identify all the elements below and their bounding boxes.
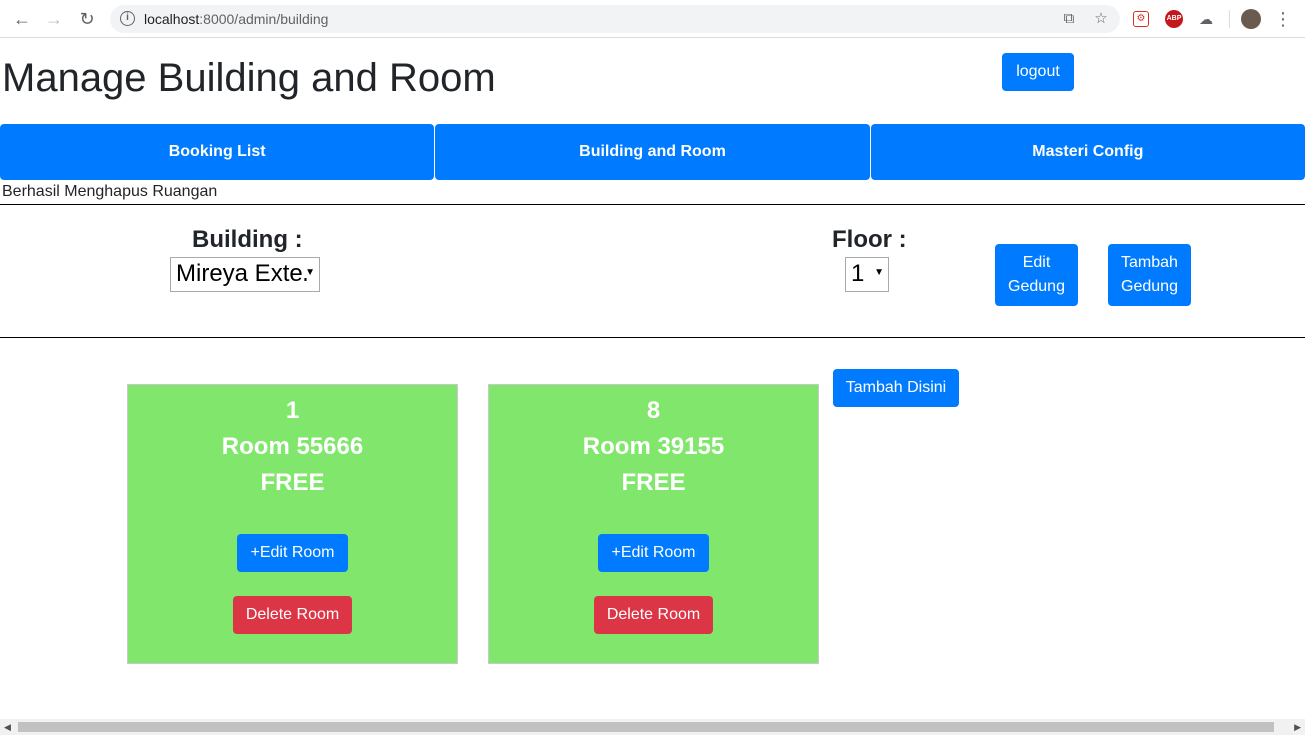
- extension-icon[interactable]: ⚙: [1133, 11, 1149, 27]
- tab-building-and-room[interactable]: Building and Room: [435, 124, 870, 180]
- floor-select-value: 1: [851, 260, 865, 287]
- edit-gedung-button[interactable]: Edit Gedung: [995, 244, 1078, 306]
- room-status: FREE: [260, 469, 325, 496]
- kebab-menu-icon[interactable]: ⋮: [1272, 8, 1294, 30]
- building-select[interactable]: Mireya Exter ▼: [170, 257, 320, 292]
- browser-toolbar: ← → ↻ i localhost:8000/admin/building ⧉ …: [0, 0, 1305, 38]
- floor-select[interactable]: 1 ▼: [845, 257, 889, 292]
- star-icon[interactable]: ☆: [1092, 10, 1110, 28]
- toolbar-divider: [1229, 10, 1230, 28]
- logout-button[interactable]: logout: [1002, 53, 1074, 91]
- tambah-gedung-label: Tambah Gedung: [1121, 254, 1178, 295]
- url-path: :8000/admin/building: [199, 11, 329, 27]
- profile-avatar[interactable]: [1241, 9, 1261, 29]
- delete-room-button[interactable]: Delete Room: [594, 596, 713, 634]
- adblock-icon[interactable]: ABP: [1165, 10, 1183, 28]
- extension-cloud-icon[interactable]: ☁: [1197, 10, 1215, 28]
- scroll-left-icon[interactable]: ◀: [4, 722, 11, 733]
- floor-label: Floor :: [832, 226, 907, 253]
- divider: [0, 337, 1305, 338]
- room-name: Room 55666: [221, 433, 364, 460]
- address-bar[interactable]: i localhost:8000/admin/building ⧉ ☆: [110, 5, 1120, 33]
- room-name: Room 39155: [582, 433, 725, 460]
- building-label: Building :: [192, 226, 303, 253]
- tambah-gedung-button[interactable]: Tambah Gedung: [1108, 244, 1191, 306]
- scrollbar-thumb[interactable]: [18, 722, 1274, 732]
- room-card: 1 Room 55666 FREE +Edit Room Delete Room: [127, 384, 458, 664]
- info-icon[interactable]: i: [120, 11, 135, 26]
- forward-icon[interactable]: →: [43, 8, 65, 30]
- divider: [0, 204, 1305, 205]
- tambah-disini-button[interactable]: Tambah Disini: [833, 369, 959, 407]
- edit-room-button[interactable]: +Edit Room: [598, 534, 709, 572]
- room-status: FREE: [621, 469, 686, 496]
- reload-icon[interactable]: ↻: [76, 8, 98, 30]
- tab-masteri-config[interactable]: Masteri Config: [870, 124, 1305, 180]
- back-icon[interactable]: ←: [11, 8, 33, 30]
- tab-booking-list[interactable]: Booking List: [0, 124, 435, 180]
- delete-room-button[interactable]: Delete Room: [233, 596, 352, 634]
- room-number: 1: [285, 397, 300, 424]
- dropdown-arrow-icon: ▼: [872, 267, 884, 278]
- scroll-right-icon[interactable]: ▶: [1294, 722, 1301, 733]
- room-number: 8: [646, 397, 661, 424]
- edit-room-button[interactable]: +Edit Room: [237, 534, 348, 572]
- edit-gedung-label: Edit Gedung: [1008, 254, 1065, 295]
- open-in-new-icon[interactable]: ⧉: [1060, 10, 1078, 28]
- room-card: 8 Room 39155 FREE +Edit Room Delete Room: [488, 384, 819, 664]
- horizontal-scrollbar[interactable]: ◀ ▶: [0, 719, 1305, 735]
- url-host: localhost: [144, 11, 200, 27]
- dropdown-arrow-icon: ▼: [303, 267, 315, 278]
- url-text[interactable]: localhost:8000/admin/building: [144, 11, 328, 27]
- page-title: Manage Building and Room: [2, 56, 496, 100]
- building-select-value: Mireya Exter: [176, 260, 311, 287]
- main-nav: Booking List Building and Room Masteri C…: [0, 124, 1305, 180]
- status-message: Berhasil Menghapus Ruangan: [2, 183, 218, 200]
